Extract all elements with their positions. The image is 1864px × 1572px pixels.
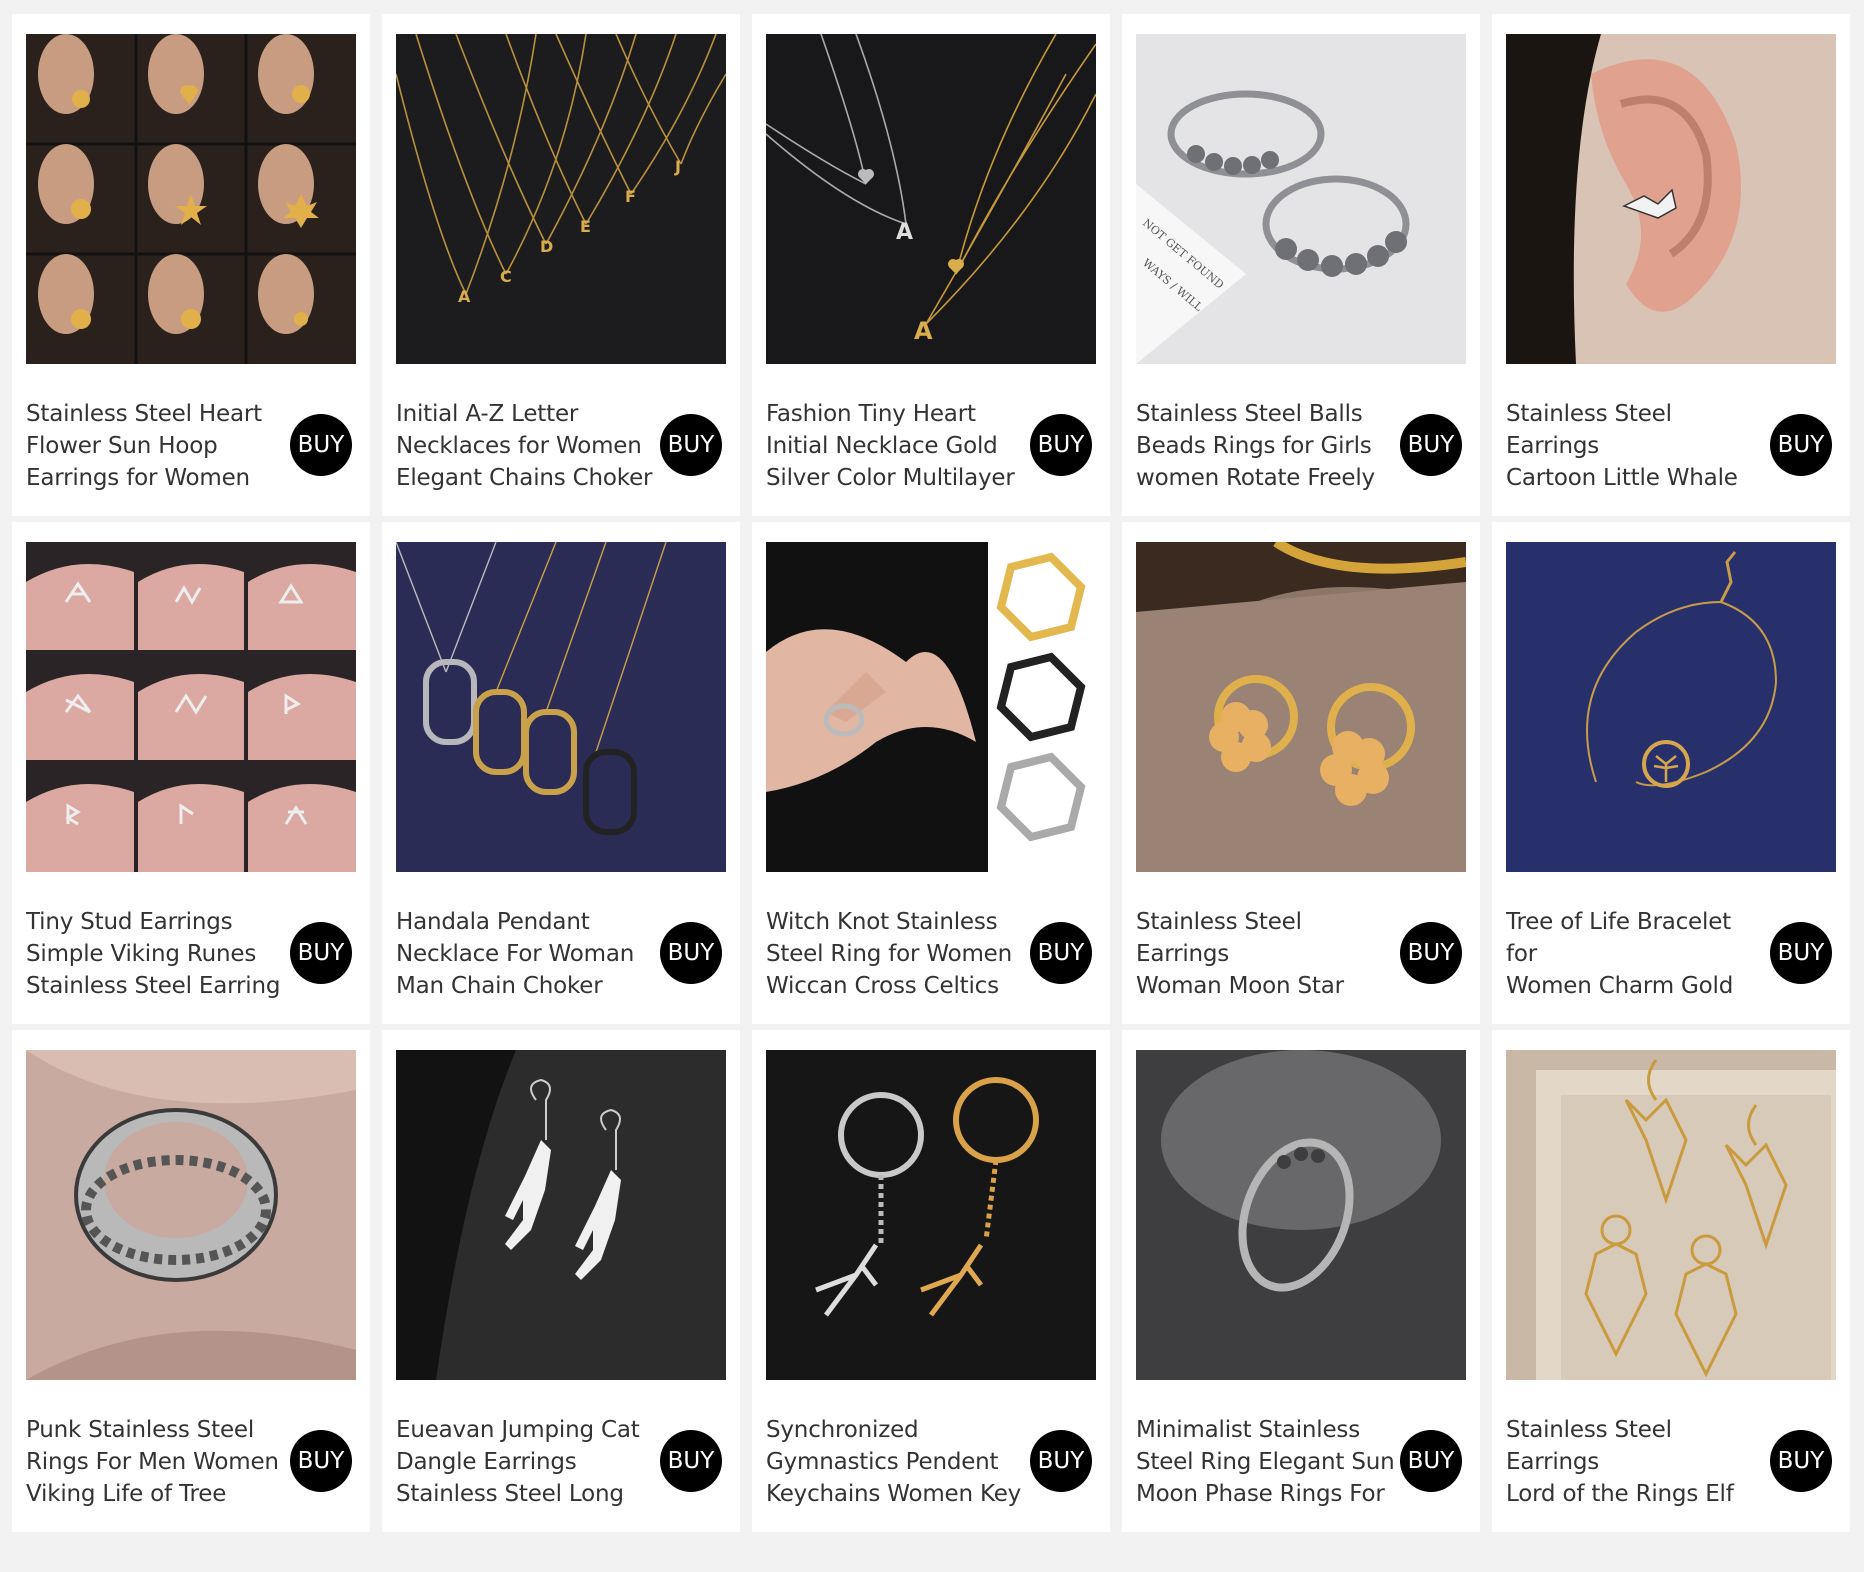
product-image[interactable] (26, 34, 356, 364)
buy-button[interactable]: BUY (1770, 1430, 1832, 1492)
product-title[interactable]: Handala Pendant Necklace For Woman Man C… (396, 906, 658, 1002)
product-card[interactable]: Handala Pendant Necklace For Woman Man C… (382, 522, 740, 1024)
product-card[interactable]: Eueavan Jumping Cat Dangle Earrings Stai… (382, 1030, 740, 1532)
product-image[interactable] (26, 542, 356, 872)
product-card[interactable]: Stainless Steel Earrings Woman Moon Star… (1122, 522, 1480, 1024)
product-card[interactable]: Stainless Steel Heart Flower Sun Hoop Ea… (12, 14, 370, 516)
svg-text:A: A (914, 317, 933, 345)
product-card[interactable]: Stainless Steel Earrings Lord of the Rin… (1492, 1030, 1850, 1532)
product-card[interactable]: Minimalist Stainless Steel Ring Elegant … (1122, 1030, 1480, 1532)
product-image[interactable] (1136, 1050, 1466, 1380)
svg-text:A: A (458, 287, 471, 306)
svg-text:C: C (500, 267, 512, 286)
product-image[interactable] (396, 542, 726, 872)
svg-text:J: J (674, 157, 681, 176)
buy-button[interactable]: BUY (1400, 414, 1462, 476)
product-title[interactable]: Minimalist Stainless Steel Ring Elegant … (1136, 1414, 1398, 1510)
product-image[interactable] (1506, 1050, 1836, 1380)
product-image[interactable]: NOT GET FOUND WAYS / WILL (1136, 34, 1466, 364)
product-card[interactable]: A A Fashion Tiny Heart Initial Necklace … (752, 14, 1110, 516)
product-title[interactable]: Tree of Life Bracelet for Women Charm Go… (1506, 906, 1768, 1002)
product-image[interactable] (26, 1050, 356, 1380)
product-card[interactable]: Punk Stainless Steel Rings For Men Women… (12, 1030, 370, 1532)
buy-button[interactable]: BUY (1030, 414, 1092, 476)
product-image[interactable] (1506, 34, 1836, 364)
product-title[interactable]: Stainless Steel Earrings Cartoon Little … (1506, 398, 1768, 494)
buy-button[interactable]: BUY (1030, 1430, 1092, 1492)
product-image[interactable] (1506, 542, 1836, 872)
svg-text:E: E (580, 217, 591, 236)
product-title[interactable]: Punk Stainless Steel Rings For Men Women… (26, 1414, 288, 1510)
product-title[interactable]: Stainless Steel Earrings Lord of the Rin… (1506, 1414, 1768, 1510)
svg-text:D: D (540, 237, 553, 256)
product-card[interactable]: NOT GET FOUND WAYS / WILL Stainless Stee… (1122, 14, 1480, 516)
product-card[interactable]: Tree of Life Bracelet for Women Charm Go… (1492, 522, 1850, 1024)
buy-button[interactable]: BUY (1770, 922, 1832, 984)
product-title[interactable]: Synchronized Gymnastics Pendent Keychain… (766, 1414, 1028, 1510)
product-title[interactable]: Stainless Steel Earrings Woman Moon Star… (1136, 906, 1398, 1002)
product-image[interactable] (396, 1050, 726, 1380)
product-title[interactable]: Witch Knot Stainless Steel Ring for Wome… (766, 906, 1028, 1002)
buy-button[interactable]: BUY (290, 414, 352, 476)
product-card[interactable]: A C D E F J Initial A-Z Letter Necklaces for… (382, 14, 740, 516)
product-image[interactable]: A A (766, 34, 1096, 364)
svg-text:A: A (896, 220, 913, 245)
buy-button[interactable]: BUY (660, 414, 722, 476)
buy-button[interactable]: BUY (290, 1430, 352, 1492)
product-grid: Stainless Steel Heart Flower Sun Hoop Ea… (12, 14, 1850, 1532)
buy-button[interactable]: BUY (1400, 1430, 1462, 1492)
product-title[interactable]: Stainless Steel Balls Beads Rings for Gi… (1136, 398, 1398, 494)
product-card[interactable]: Tiny Stud Earrings Simple Viking Runes S… (12, 522, 370, 1024)
product-image[interactable]: A C D E F J (396, 34, 726, 364)
svg-text:F: F (625, 187, 636, 206)
product-title[interactable]: Eueavan Jumping Cat Dangle Earrings Stai… (396, 1414, 658, 1510)
product-title[interactable]: Tiny Stud Earrings Simple Viking Runes S… (26, 906, 288, 1002)
product-card[interactable]: Stainless Steel Earrings Cartoon Little … (1492, 14, 1850, 516)
product-title[interactable]: Fashion Tiny Heart Initial Necklace Gold… (766, 398, 1028, 494)
product-card[interactable]: Witch Knot Stainless Steel Ring for Wome… (752, 522, 1110, 1024)
buy-button[interactable]: BUY (1400, 922, 1462, 984)
buy-button[interactable]: BUY (1030, 922, 1092, 984)
product-image[interactable] (1136, 542, 1466, 872)
buy-button[interactable]: BUY (1770, 414, 1832, 476)
product-title[interactable]: Initial A-Z Letter Necklaces for Women E… (396, 398, 658, 494)
product-image[interactable] (766, 542, 1096, 872)
buy-button[interactable]: BUY (660, 1430, 722, 1492)
product-title[interactable]: Stainless Steel Heart Flower Sun Hoop Ea… (26, 398, 288, 494)
buy-button[interactable]: BUY (660, 922, 722, 984)
buy-button[interactable]: BUY (290, 922, 352, 984)
product-card[interactable]: Synchronized Gymnastics Pendent Keychain… (752, 1030, 1110, 1532)
product-image[interactable] (766, 1050, 1096, 1380)
